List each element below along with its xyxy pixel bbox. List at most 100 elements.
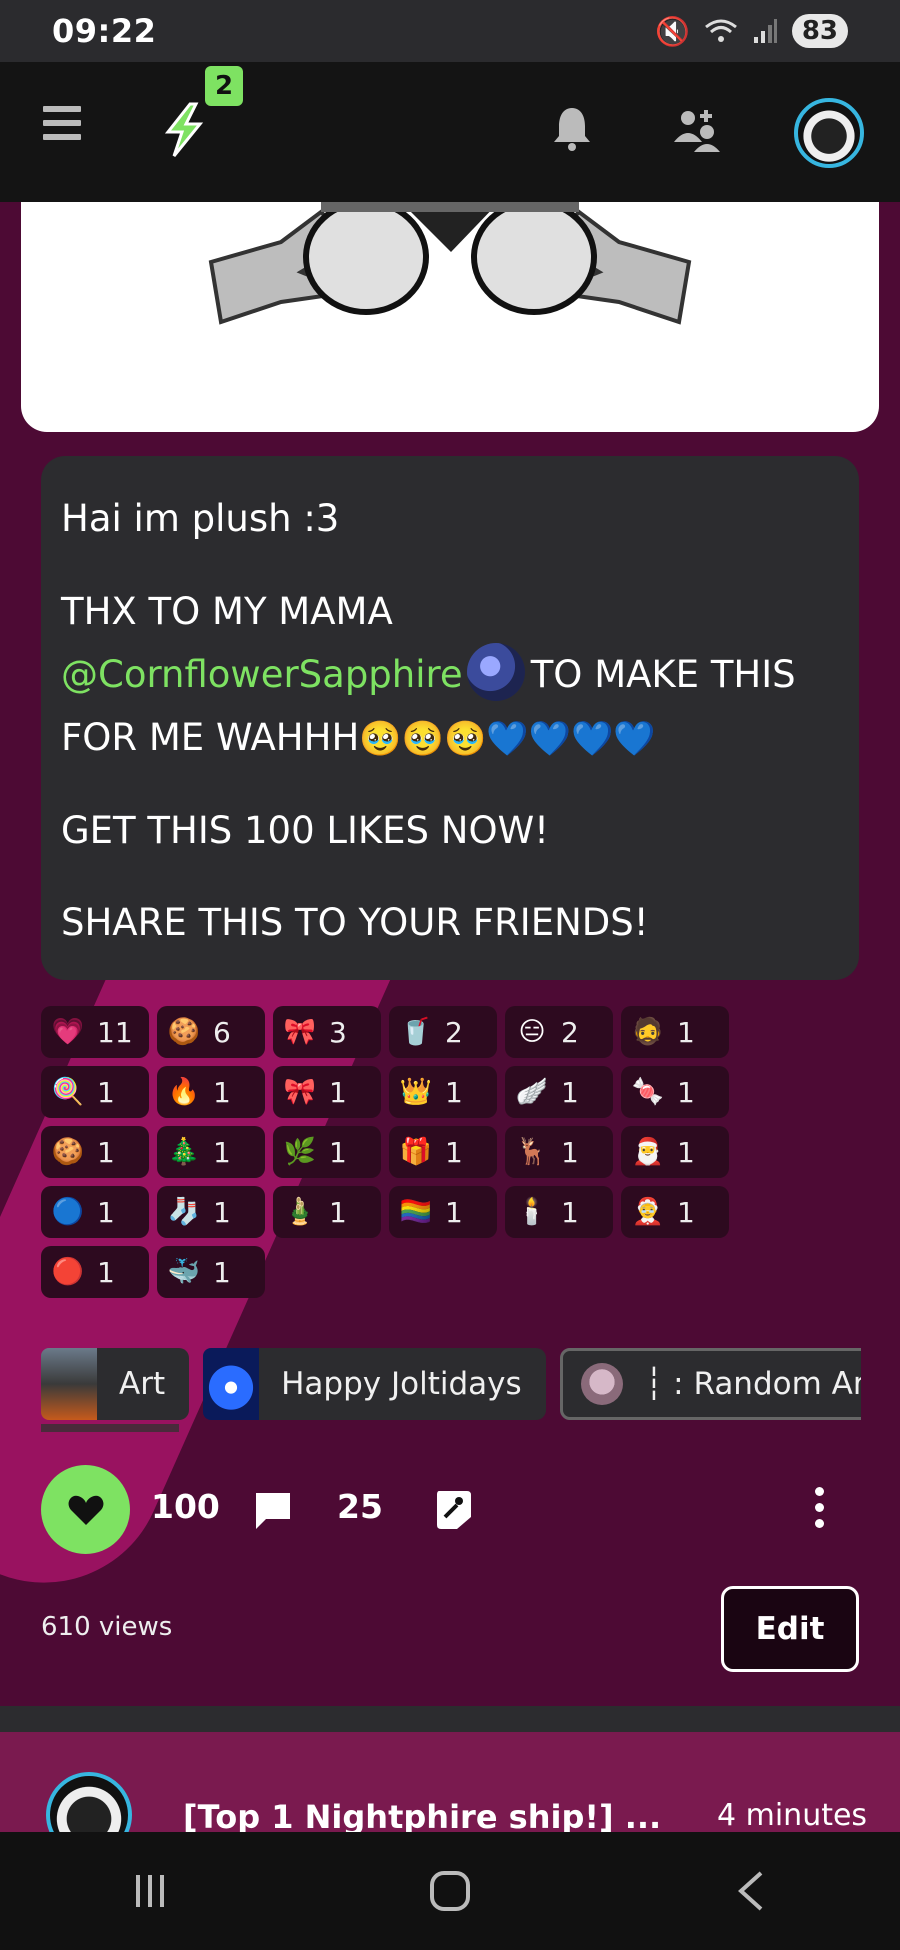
- reaction-chip[interactable]: 🔴 1: [41, 1246, 149, 1298]
- reaction-chip[interactable]: 🕯️ 1: [505, 1186, 613, 1238]
- next-post-avatar[interactable]: [46, 1772, 132, 1832]
- emoji-sequence: 🥹🥹🥹💙💙💙💙: [359, 718, 656, 759]
- menu-icon[interactable]: [43, 106, 81, 140]
- reaction-chip[interactable]: 🔥 1: [157, 1066, 265, 1118]
- user-mention[interactable]: @CornflowerSapphire: [61, 653, 463, 696]
- pride-flag-sticker-icon: 🏳️‍🌈: [399, 1197, 433, 1227]
- heart-brain-sticker-icon: 💗: [51, 1017, 85, 1047]
- reaction-chip[interactable]: 🍭 1: [41, 1066, 149, 1118]
- post-text-card: Hai im plush :3 THX TO MY MAMA @Cornflow…: [41, 456, 859, 980]
- tag-thumbnail: [41, 1348, 97, 1420]
- add-friend-icon[interactable]: [674, 108, 720, 152]
- like-button[interactable]: [41, 1465, 130, 1554]
- angel-wings-sticker-icon: 🪽: [515, 1077, 549, 1107]
- tag-happy-joltidays[interactable]: Happy Joltidays: [203, 1348, 546, 1420]
- reaction-chip[interactable]: 💗 11: [41, 1006, 149, 1058]
- candle-sticker-icon: 🕯️: [515, 1197, 549, 1227]
- reaction-chip[interactable]: 🍪 6: [157, 1006, 265, 1058]
- recent-apps-button[interactable]: [120, 1866, 180, 1916]
- reaction-chip[interactable]: 🥤 2: [389, 1006, 497, 1058]
- notification-badge: 2: [205, 66, 243, 106]
- reaction-chip[interactable]: 🦌 1: [505, 1126, 613, 1178]
- post-line-greeting: Hai im plush :3: [61, 497, 340, 540]
- tags-row: Art Happy Joltidays ┆ : Random Ar: [41, 1348, 861, 1420]
- post-line-thanks: THX TO MY MAMA @CornflowerSapphire TO MAK…: [61, 589, 796, 759]
- plush-artwork: [208, 202, 692, 325]
- wifi-icon: [704, 19, 737, 42]
- status-bar: 09:22 🔇 83: [0, 0, 900, 62]
- avatar[interactable]: [794, 98, 864, 168]
- back-button[interactable]: [720, 1866, 780, 1916]
- gingerbread-sticker-icon: 🍪: [51, 1137, 85, 1167]
- christmas-tree-sticker-icon: 🎄: [167, 1137, 201, 1167]
- reaction-chip[interactable]: 🔵 1: [41, 1186, 149, 1238]
- reaction-chip[interactable]: 😑 2: [505, 1006, 613, 1058]
- holly-sticker-icon: 🌿: [283, 1137, 317, 1167]
- ornament-sticker-icon: 🔵: [51, 1197, 85, 1227]
- next-post-preview[interactable]: [Top 1 Nightphire ship!] ... 4 minutes: [0, 1732, 900, 1832]
- santa-face-sticker-icon: 🤶: [631, 1197, 665, 1227]
- pink-face-sticker-icon: 😑: [518, 1017, 546, 1047]
- view-count: 610 views: [41, 1612, 173, 1642]
- reaction-chip[interactable]: 🧦 1: [157, 1186, 265, 1238]
- next-post-time: 4 minutes: [717, 1798, 868, 1832]
- blue-creature-sticker-icon: 🐳: [167, 1257, 201, 1287]
- reaction-chip[interactable]: 🪽 1: [505, 1066, 613, 1118]
- top-nav: 2: [0, 62, 900, 202]
- reactions-panel: 💗 11 🍪 6 🎀 3 🥤 2 😑 2 🧔 1 🍭 1 🔥 1 🎀 1 👑 1 🪽 1 🍬 1 🍪 1 …: [41, 1006, 861, 1306]
- fire-sticker-icon: 🔥: [167, 1077, 201, 1107]
- gift-sticker-icon: 🎁: [399, 1137, 433, 1167]
- system-nav-bar: [0, 1832, 900, 1950]
- reaction-chip[interactable]: 🌿 1: [273, 1126, 381, 1178]
- red-creature-sticker-icon: 🔴: [51, 1257, 85, 1287]
- reaction-chip[interactable]: 🍬 1: [621, 1066, 729, 1118]
- post-line-likes: GET THIS 100 LIKES NOW!: [61, 808, 550, 852]
- santa-hat-sticker-icon: 🎅: [631, 1137, 665, 1167]
- comment-icon[interactable]: [252, 1489, 294, 1531]
- mention-avatar[interactable]: [466, 643, 525, 702]
- reaction-chip[interactable]: 👑 1: [389, 1066, 497, 1118]
- pink-bow-sticker-icon: 🎀: [283, 1077, 317, 1107]
- post-actions: 100 25: [41, 1465, 861, 1555]
- reindeer-sticker-icon: 🦌: [515, 1137, 549, 1167]
- heart-icon: [68, 1495, 103, 1525]
- tags-scroll-indicator: [41, 1424, 179, 1432]
- candy-cane-sticker-icon: 🍬: [631, 1077, 665, 1107]
- bearded-face-sticker-icon: 🧔: [631, 1017, 665, 1047]
- post-image[interactable]: [21, 202, 879, 432]
- more-options-icon[interactable]: [811, 1487, 827, 1531]
- reaction-chip[interactable]: 🎅 1: [621, 1126, 729, 1178]
- comment-count: 25: [337, 1487, 383, 1526]
- tiara-sticker-icon: 👑: [399, 1077, 433, 1107]
- bow-tie-sticker-icon: 🎀: [283, 1017, 317, 1047]
- home-icon: [430, 1871, 470, 1911]
- reaction-chip[interactable]: 🎀 1: [273, 1066, 381, 1118]
- like-count: 100: [151, 1487, 220, 1526]
- reaction-chip[interactable]: 🎁 1: [389, 1126, 497, 1178]
- status-time: 09:22: [52, 12, 157, 50]
- reaction-chip[interactable]: 🎀 3: [273, 1006, 381, 1058]
- share-icon[interactable]: [433, 1487, 473, 1531]
- cookie-sticker-icon: 🍪: [167, 1017, 201, 1047]
- home-button[interactable]: [420, 1866, 480, 1916]
- battery-indicator: 83: [791, 14, 848, 48]
- reaction-chip[interactable]: 🧔 1: [621, 1006, 729, 1058]
- status-icons: 🔇 83: [655, 14, 848, 48]
- reaction-chip[interactable]: 🐳 1: [157, 1246, 265, 1298]
- jolt-icon[interactable]: [160, 102, 208, 158]
- reaction-chip[interactable]: 🏳️‍🌈 1: [389, 1186, 497, 1238]
- iced-coffee-sticker-icon: 🥤: [399, 1017, 433, 1047]
- reaction-chip[interactable]: 🎍 1: [273, 1186, 381, 1238]
- reaction-chip[interactable]: 🍪 1: [41, 1126, 149, 1178]
- reaction-chip[interactable]: 🎄 1: [157, 1126, 265, 1178]
- tag-random-art[interactable]: ┆ : Random Ar: [559, 1348, 861, 1420]
- edit-button[interactable]: Edit: [721, 1586, 859, 1672]
- signal-icon: [753, 19, 777, 43]
- reaction-chip[interactable]: 🤶 1: [621, 1186, 729, 1238]
- tag-avatar: [580, 1363, 623, 1405]
- bell-icon[interactable]: [551, 104, 593, 152]
- lollipop-sticker-icon: 🍭: [51, 1077, 85, 1107]
- tag-art[interactable]: Art: [41, 1348, 190, 1420]
- stocking-sticker-icon: 🧦: [167, 1197, 201, 1227]
- next-post-title[interactable]: [Top 1 Nightphire ship!] ...: [183, 1798, 661, 1832]
